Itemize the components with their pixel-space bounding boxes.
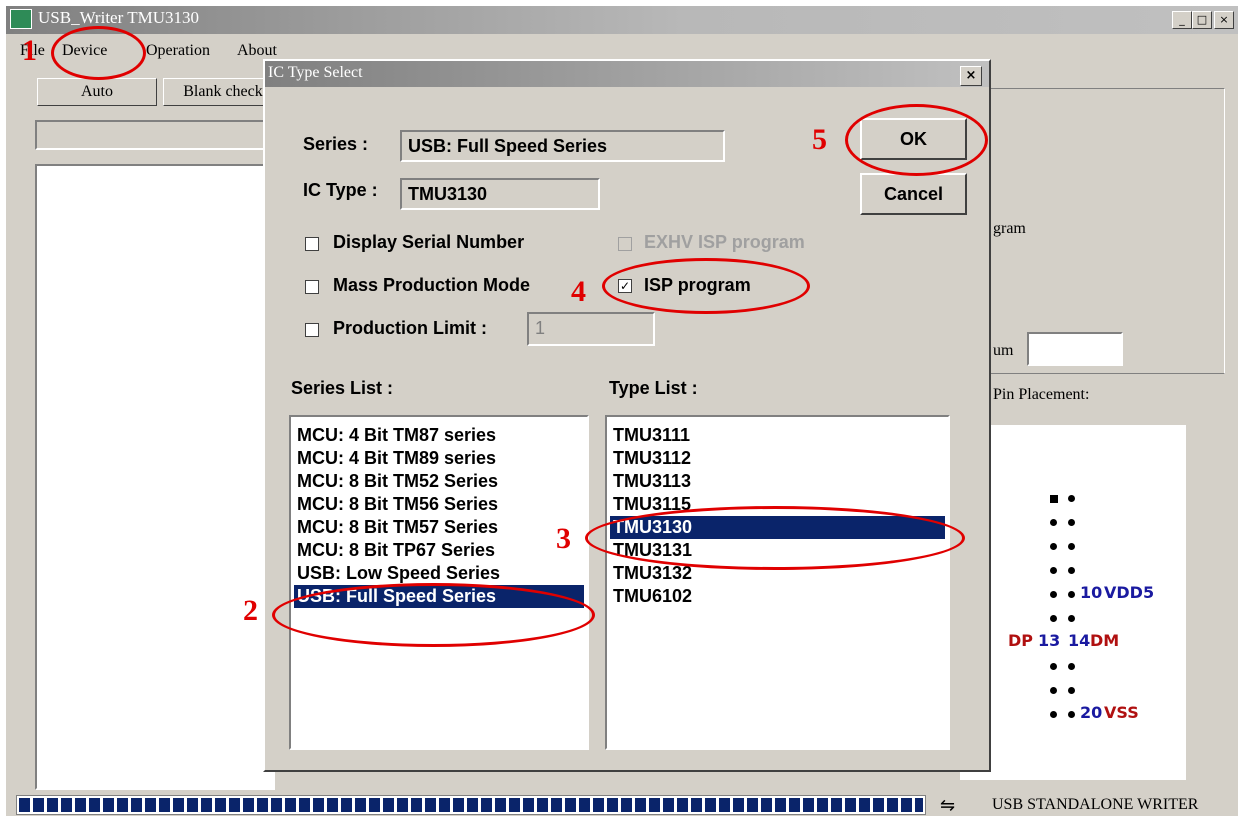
series-list-label: Series List :	[291, 378, 394, 398]
pin-marker	[1050, 543, 1057, 550]
annotation-step-4: 4	[571, 275, 586, 308]
status-text: USB STANDALONE WRITER	[992, 796, 1199, 813]
window-title: USB_Writer TMU3130	[38, 8, 199, 27]
auto-button[interactable]: Auto	[37, 78, 157, 106]
pin-marker	[1068, 495, 1075, 502]
annotation-step-5: 5	[812, 123, 827, 156]
series-label: Series :	[303, 134, 369, 154]
series-list-item[interactable]: MCU: 8 Bit TP67 Series	[294, 539, 584, 562]
dialog-title-bar	[265, 61, 989, 87]
checksum-field	[1027, 332, 1123, 366]
pin-marker	[1050, 687, 1057, 694]
pin-marker	[1050, 615, 1057, 622]
pin-marker	[1050, 519, 1057, 526]
pin-marker	[1050, 711, 1057, 718]
pin-diagram: 10 VDD5 13 DP 14 DM 20 VSS	[960, 425, 1186, 780]
annotation-step-1: 1	[22, 34, 37, 67]
menu-operation[interactable]: Operation	[146, 42, 210, 60]
pin-number: 20	[1080, 703, 1103, 722]
dialog-close-button[interactable]: ×	[960, 66, 982, 86]
pin-label: VDD5	[1104, 583, 1155, 602]
ic-type-label: IC Type :	[303, 180, 378, 200]
pin-marker	[1068, 687, 1075, 694]
annotation-ellipse-isp	[602, 258, 810, 314]
maximize-button[interactable]: □	[1192, 11, 1212, 29]
pin-label: DP	[1008, 631, 1034, 650]
status-field	[35, 120, 275, 150]
production-limit-input[interactable]: 1	[527, 312, 655, 346]
pin-marker	[1050, 591, 1057, 598]
exhv-isp-label: EXHV ISP program	[644, 232, 805, 252]
progress-fill	[19, 798, 923, 812]
progress-bar	[16, 795, 926, 815]
type-list-item[interactable]: TMU3112	[610, 447, 945, 470]
pin-marker	[1068, 711, 1075, 718]
pin-number: 10	[1080, 583, 1103, 602]
display-serial-checkbox[interactable]	[305, 237, 319, 251]
program-label-fragment: gram	[993, 220, 1026, 237]
display-serial-label: Display Serial Number	[333, 232, 525, 252]
type-list-label: Type List :	[609, 378, 698, 398]
pin-number: 14	[1068, 631, 1091, 650]
minimize-button[interactable]: _	[1172, 11, 1192, 29]
exhv-isp-checkbox	[618, 237, 632, 251]
pin-marker	[1050, 663, 1057, 670]
annotation-step-3: 3	[556, 522, 571, 555]
type-listbox[interactable]: TMU3111 TMU3112 TMU3113 TMU3115 TMU3130 …	[605, 415, 950, 750]
mass-production-checkbox[interactable]	[305, 280, 319, 294]
dialog-title: IC Type Select	[268, 64, 363, 81]
ic-type-field: TMU3130	[400, 178, 600, 210]
production-limit-checkbox[interactable]	[305, 323, 319, 337]
pin-marker	[1068, 615, 1075, 622]
annotation-ellipse-type	[585, 506, 965, 570]
pin-placement-label: Pin Placement:	[993, 386, 1090, 403]
series-field: USB: Full Speed Series	[400, 130, 725, 162]
annotation-step-2: 2	[243, 594, 258, 627]
type-list-item[interactable]: TMU6102	[610, 585, 945, 608]
production-limit-label: Production Limit :	[333, 318, 487, 338]
cancel-button[interactable]: Cancel	[860, 173, 967, 215]
pin-label: VSS	[1104, 703, 1139, 722]
series-list-item[interactable]: USB: Low Speed Series	[294, 562, 584, 585]
pin-marker	[1050, 567, 1057, 574]
annotation-ellipse-device	[51, 26, 146, 80]
usb-icon: ⇋	[940, 795, 956, 816]
type-list-item[interactable]: TMU3113	[610, 470, 945, 493]
pin-marker	[1068, 567, 1075, 574]
series-list-item[interactable]: MCU: 4 Bit TM87 series	[294, 424, 584, 447]
pin-marker	[1068, 543, 1075, 550]
pin-marker	[1068, 519, 1075, 526]
app-icon	[10, 9, 32, 29]
series-list-item[interactable]: MCU: 8 Bit TM57 Series	[294, 516, 584, 539]
menu-about[interactable]: About	[237, 42, 277, 60]
pin-number: 13	[1038, 631, 1061, 650]
series-list-item[interactable]: MCU: 8 Bit TM52 Series	[294, 470, 584, 493]
pin-marker	[1050, 495, 1058, 503]
checksum-label-fragment: um	[993, 342, 1014, 359]
series-list-item[interactable]: MCU: 4 Bit TM89 series	[294, 447, 584, 470]
pin-marker	[1068, 591, 1075, 598]
pin-marker	[1068, 663, 1075, 670]
annotation-ellipse-ok	[845, 104, 988, 176]
log-area	[35, 164, 275, 790]
pin-label: DM	[1090, 631, 1120, 650]
series-list-item[interactable]: MCU: 8 Bit TM56 Series	[294, 493, 584, 516]
type-list-item[interactable]: TMU3111	[610, 424, 945, 447]
close-button[interactable]: ×	[1214, 11, 1234, 29]
annotation-ellipse-series	[272, 583, 595, 647]
mass-production-label: Mass Production Mode	[333, 275, 531, 295]
